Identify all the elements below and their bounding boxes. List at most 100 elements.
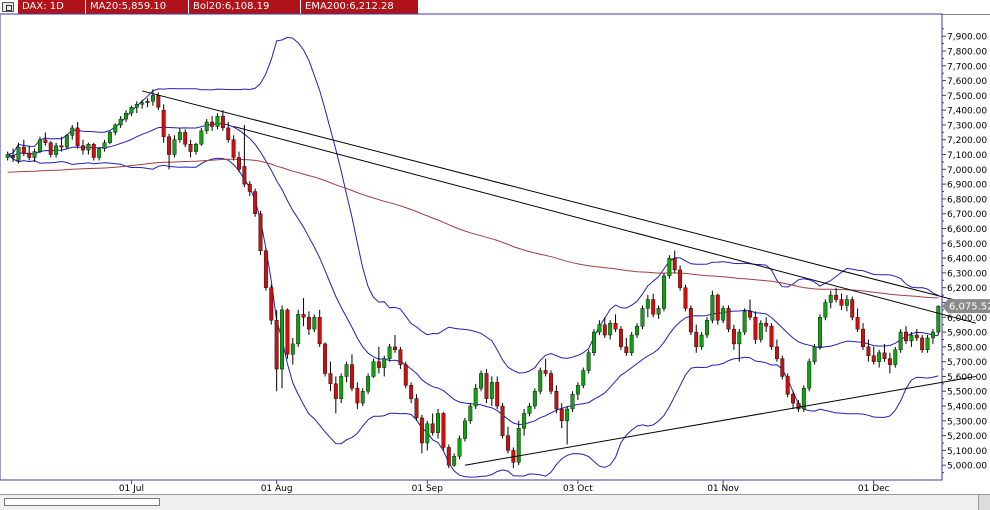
candle: [441, 411, 446, 451]
candle-body: [748, 311, 752, 318]
candle-body: [317, 317, 322, 345]
candle-body: [43, 139, 48, 143]
candle-body: [86, 143, 91, 151]
x-tick-label: 01 Sep: [412, 484, 444, 494]
candle-body: [48, 142, 53, 155]
candle-body: [807, 361, 812, 389]
candle: [801, 385, 806, 412]
y-tick-label: 6,400.00: [947, 255, 987, 265]
candle: [258, 210, 263, 256]
candle-body: [280, 309, 284, 370]
candle: [618, 326, 623, 350]
candle-body: [32, 151, 37, 158]
candle-body: [91, 143, 96, 158]
y-tick-label: 7,800.00: [947, 47, 987, 57]
candle: [339, 373, 344, 404]
candle-body: [715, 294, 720, 321]
candle-body: [145, 101, 150, 103]
candle: [688, 305, 693, 336]
candle-body: [290, 343, 295, 355]
candle-body: [904, 331, 908, 342]
candle-body: [360, 391, 365, 404]
candle-body: [774, 346, 779, 359]
candle-body: [188, 143, 193, 152]
candle-body: [11, 155, 16, 158]
candle-body: [592, 331, 596, 353]
candle-body: [419, 417, 424, 444]
candle-body: [382, 358, 387, 368]
candle-body: [430, 423, 435, 433]
candle-body: [38, 139, 42, 152]
y-tick-label: 7,600.00: [947, 77, 987, 87]
candle: [710, 290, 715, 324]
candle-body: [409, 385, 414, 399]
candle-body: [150, 95, 155, 102]
y-tick-label: 6,700.00: [947, 210, 987, 220]
y-axis: 5,000.00 5,100.00 5,200.00 5,300.00 5,400.00…: [942, 28, 987, 474]
candle-body: [914, 334, 919, 339]
horizontal-scrollbar[interactable]: [0, 494, 990, 510]
candle-body: [328, 373, 333, 385]
y-tick-label: 5,400.00: [947, 403, 987, 413]
candle-body: [575, 385, 580, 395]
candle-body: [559, 408, 564, 422]
candle: [726, 305, 731, 333]
candle-body: [414, 398, 419, 419]
candle-body: [710, 294, 715, 321]
y-tick-label: 7,000.00: [947, 166, 987, 176]
candle-body: [75, 127, 80, 146]
candle-body: [64, 135, 69, 148]
candle-body: [237, 157, 241, 170]
candle: [500, 403, 505, 439]
candle: [263, 247, 268, 291]
candle-body: [387, 346, 392, 359]
candle-body: [70, 127, 75, 136]
candle-body: [597, 324, 602, 333]
candle-body: [269, 287, 274, 321]
scrollbar-right-arrow[interactable]: [978, 495, 990, 510]
candle-body: [538, 370, 543, 392]
candle-body: [210, 121, 215, 127]
candle-body: [581, 370, 586, 386]
x-tick-label: 01 Nov: [707, 484, 740, 494]
candle-body: [113, 124, 118, 133]
y-tick-label: 7,200.00: [947, 136, 987, 146]
y-tick-label: 6,000.00: [947, 314, 987, 324]
price-chart[interactable]: 5,000.00 5,100.00 5,200.00 5,300.00 5,400.00…: [0, 0, 990, 494]
candle-body: [635, 325, 640, 336]
candle: [769, 323, 774, 350]
candle: [371, 358, 376, 378]
y-tick-label: 5,800.00: [947, 343, 987, 353]
candle-body: [484, 373, 489, 399]
candle-body: [936, 305, 941, 333]
y-tick-label: 6,300.00: [947, 269, 987, 279]
candle-body: [204, 121, 209, 132]
candle-body: [102, 142, 107, 149]
candle-body: [376, 361, 381, 368]
candle-body: [183, 132, 188, 145]
candle-body: [629, 334, 634, 353]
candle: [629, 332, 634, 356]
candle-body: [516, 428, 521, 463]
candle-body: [742, 311, 747, 333]
candle-body: [656, 308, 661, 315]
candle: [705, 317, 709, 338]
candle-body: [462, 420, 467, 439]
candle: [662, 272, 666, 312]
candle: [586, 349, 591, 374]
candle-body: [785, 376, 790, 395]
candle-body: [818, 317, 822, 348]
candle: [850, 296, 855, 321]
candle-body: [500, 405, 505, 436]
candle: [812, 343, 817, 365]
y-tick-label: 5,500.00: [947, 388, 987, 398]
scrollbar-thumb[interactable]: [4, 498, 160, 506]
candle-body: [436, 413, 440, 433]
candle: [780, 355, 785, 380]
candle-body: [662, 275, 666, 309]
y-tick-label: 7,700.00: [947, 62, 987, 72]
candle-body: [839, 299, 844, 306]
candle-body: [522, 413, 527, 429]
candle: [592, 329, 596, 356]
candle: [285, 308, 290, 359]
